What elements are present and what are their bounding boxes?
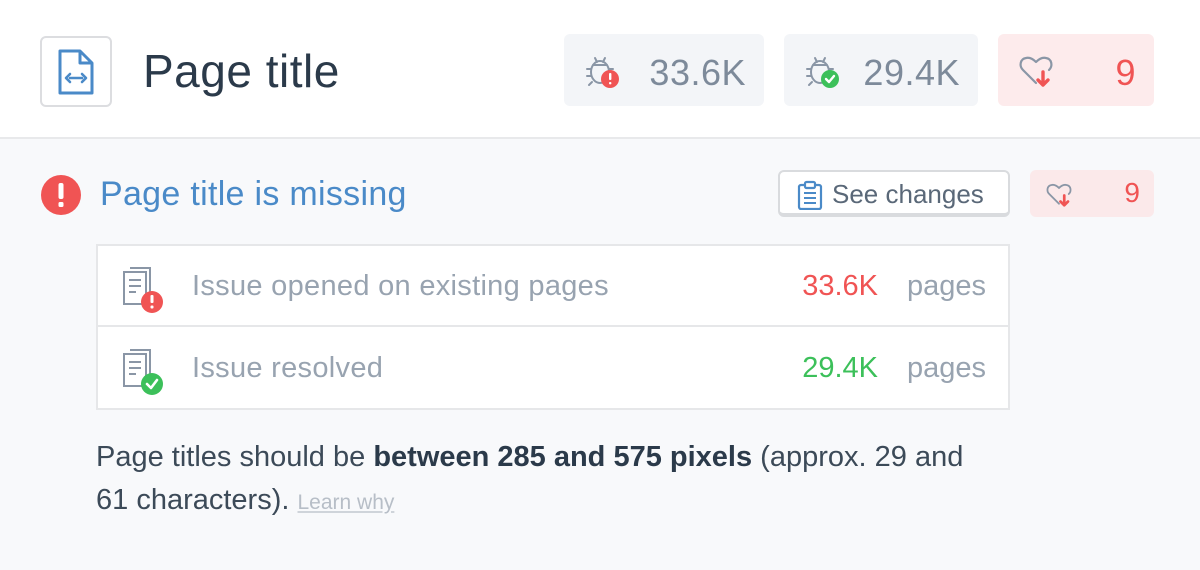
see-changes-label: See changes xyxy=(832,179,984,209)
description-emphasis: between 285 and 575 pixels xyxy=(373,441,753,473)
bug-error-icon xyxy=(586,57,619,88)
row-label: Issue opened on existing pages xyxy=(192,270,609,302)
row-unit: pages xyxy=(906,270,986,302)
bug-check-icon xyxy=(806,57,839,88)
health-drop-count: 9 xyxy=(1115,52,1136,93)
issues-opened-count: 33.6K xyxy=(649,52,746,93)
issues-opened-stat[interactable]: 33.6K xyxy=(564,34,764,106)
see-changes-button[interactable]: See changes xyxy=(778,170,1010,217)
table-row[interactable]: Issue opened on existing pages 33.6K pag… xyxy=(98,246,1008,327)
file-code-icon xyxy=(58,49,94,94)
pages-check-icon xyxy=(123,349,163,395)
health-drop-stat[interactable]: 9 xyxy=(998,34,1154,106)
issue-health-drop-count: 9 xyxy=(1124,177,1140,208)
page-type-badge xyxy=(40,36,112,107)
learn-why-link[interactable]: Learn why xyxy=(297,491,394,514)
description-prefix: Page titles should be xyxy=(96,441,374,473)
issues-resolved-count: 29.4K xyxy=(863,52,960,93)
issues-resolved-stat[interactable]: 29.4K xyxy=(784,34,978,106)
heart-down-icon xyxy=(1019,56,1053,87)
issue-health-drop[interactable]: 9 xyxy=(1030,170,1154,217)
header: Page title 33.6K 29.4K 9 xyxy=(0,0,1200,139)
issue-stats-table: Issue opened on existing pages 33.6K pag… xyxy=(96,244,1010,410)
table-row[interactable]: Issue resolved 29.4K pages xyxy=(98,328,1008,409)
row-count[interactable]: 29.4K xyxy=(802,352,878,385)
row-unit: pages xyxy=(906,352,986,384)
page-title: Page title xyxy=(143,45,340,97)
issue-description: Page titles should be between 285 and 57… xyxy=(96,436,996,524)
clipboard-icon xyxy=(797,180,823,210)
row-count[interactable]: 33.6K xyxy=(802,270,878,303)
heart-down-icon xyxy=(1046,183,1072,207)
issue-title[interactable]: Page title is missing xyxy=(100,175,407,214)
pages-error-icon xyxy=(123,267,163,313)
exclamation-circle-icon xyxy=(41,175,81,215)
row-label: Issue resolved xyxy=(192,352,384,384)
